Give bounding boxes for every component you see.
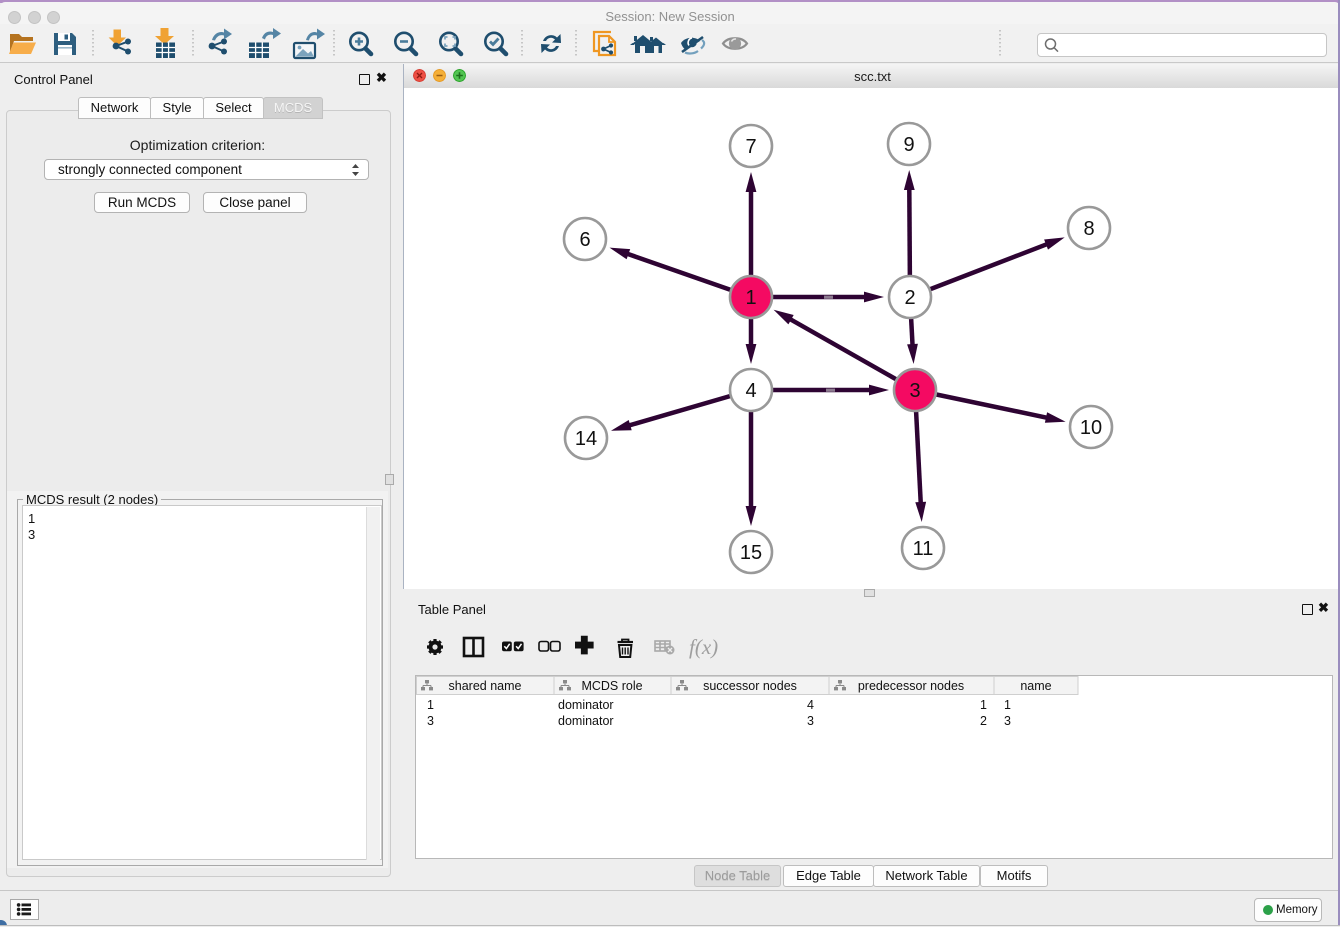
svg-text:10: 10: [1080, 417, 1102, 439]
svg-text:3: 3: [1004, 714, 1011, 728]
svg-text:4: 4: [807, 698, 814, 712]
svg-text:1: 1: [745, 287, 756, 309]
svg-text:f(x): f(x): [689, 635, 718, 659]
svg-text:7: 7: [745, 136, 756, 158]
svg-text:4: 4: [745, 380, 756, 402]
svg-text:3: 3: [427, 714, 434, 728]
svg-text:11: 11: [913, 538, 934, 560]
svg-text:9: 9: [903, 134, 914, 156]
svg-text:15: 15: [740, 542, 762, 564]
svg-text:successor nodes: successor nodes: [703, 679, 797, 693]
svg-text:1: 1: [427, 698, 434, 712]
svg-text:2: 2: [904, 287, 915, 309]
svg-text:name: name: [1020, 679, 1051, 693]
svg-text:6: 6: [579, 229, 590, 251]
svg-text:dominator: dominator: [558, 714, 614, 728]
svg-text:predecessor nodes: predecessor nodes: [858, 679, 964, 693]
svg-text:14: 14: [575, 428, 597, 450]
svg-text:1: 1: [1004, 698, 1011, 712]
svg-text:2: 2: [980, 714, 987, 728]
svg-text:MCDS role: MCDS role: [581, 679, 642, 693]
svg-text:8: 8: [1083, 218, 1094, 240]
svg-text:3: 3: [807, 714, 814, 728]
svg-text:3: 3: [909, 380, 920, 402]
svg-text:shared name: shared name: [449, 679, 522, 693]
svg-text:1: 1: [980, 698, 987, 712]
svg-text:dominator: dominator: [558, 698, 614, 712]
